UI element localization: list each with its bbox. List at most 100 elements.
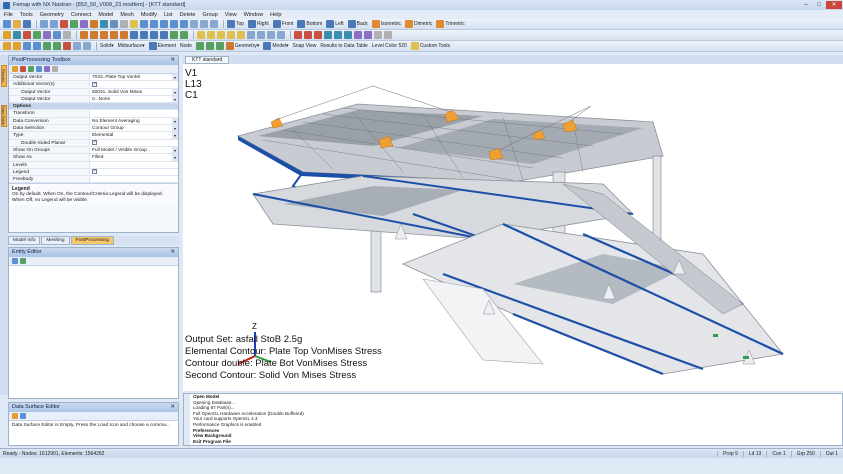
tab-model-info[interactable]: Model Info (8, 236, 41, 245)
model-button[interactable]: Model ▾ (263, 42, 289, 50)
property-row[interactable]: Output Vector 60031..Solid Von Mises ▾ (9, 88, 178, 96)
property-row[interactable]: Transform (9, 110, 178, 118)
contour-icon[interactable] (23, 31, 31, 39)
redo-icon[interactable] (50, 20, 58, 28)
hide-entities-icon[interactable] (257, 31, 265, 39)
property-row[interactable]: Double-Sided Planar (9, 139, 178, 147)
workplane-icon[interactable] (3, 42, 11, 50)
status-group[interactable]: Grp 250 (790, 450, 820, 457)
dropdown-arrow-icon[interactable]: ▾ (172, 125, 178, 132)
property-value[interactable]: Contour Group ▾ (89, 125, 178, 132)
close-icon[interactable]: ✕ (170, 403, 175, 412)
menu-model[interactable]: Model (98, 12, 113, 18)
view-top-button[interactable]: Top (227, 20, 244, 28)
contour-tool-icon[interactable] (20, 66, 26, 72)
property-value[interactable] (89, 168, 178, 176)
new-data-surface-icon[interactable] (20, 413, 26, 419)
property-row[interactable]: Levels (9, 161, 178, 169)
zoom-out-icon[interactable] (210, 20, 218, 28)
free-edge-icon[interactable] (314, 31, 322, 39)
analyze-icon[interactable] (110, 20, 118, 28)
menu-view[interactable]: View (225, 12, 237, 18)
deform-tool-icon[interactable] (12, 66, 18, 72)
zoom-in-icon[interactable] (200, 20, 208, 28)
dropdown-arrow-icon[interactable]: ▾ (172, 95, 178, 103)
solid-button[interactable]: Solid ▾ (100, 43, 114, 49)
status-output[interactable]: Out 1 (819, 450, 843, 457)
view-select-icon[interactable] (374, 31, 382, 39)
delete-icon[interactable] (60, 20, 68, 28)
picking-icon[interactable] (43, 42, 51, 50)
volume-icon[interactable] (110, 31, 118, 39)
entity-apply-icon[interactable] (20, 258, 26, 264)
solid-icon[interactable] (120, 31, 128, 39)
dropdown-arrow-icon[interactable]: ▾ (172, 88, 178, 95)
menu-modify[interactable]: Modify (141, 12, 157, 18)
property-row[interactable]: Options (9, 103, 178, 111)
status-constraint[interactable]: Con 1 (766, 450, 790, 457)
view-front-button[interactable]: Front (272, 20, 293, 28)
clipping-icon[interactable] (354, 31, 362, 39)
clear-select-icon[interactable] (63, 42, 71, 50)
status-prop[interactable]: Prop 9 (717, 450, 743, 457)
dropdown-arrow-icon[interactable]: ▾ (172, 146, 178, 154)
view-tab-ktt-standard[interactable]: KTT standard (185, 56, 230, 64)
menu-help[interactable]: Help (270, 12, 281, 18)
select-icon[interactable] (130, 20, 138, 28)
menu-window[interactable]: Window (244, 12, 264, 18)
property-row[interactable]: Output Vector 0...None ▾ (9, 95, 178, 104)
pick-icon[interactable] (197, 31, 205, 39)
load-data-surface-icon[interactable] (12, 413, 18, 419)
deform-icon[interactable] (13, 31, 21, 39)
section-cut-icon[interactable] (364, 31, 372, 39)
view-options-icon[interactable] (384, 31, 392, 39)
constraint-icon[interactable] (100, 20, 108, 28)
status-load[interactable]: Ld 13 (742, 450, 767, 457)
menu-file[interactable]: File (4, 12, 13, 18)
results-to-data-table-button[interactable]: Results to Data Table (320, 43, 367, 49)
menu-tools[interactable]: Tools (20, 12, 33, 18)
select-options-icon[interactable] (73, 42, 81, 50)
mesh-geometry-icon[interactable] (215, 42, 224, 50)
curve-icon[interactable] (90, 31, 98, 39)
close-icon[interactable]: ✕ (170, 56, 175, 65)
magnify-icon[interactable] (190, 20, 198, 28)
midsurface-button[interactable]: Midsurface ▾ (118, 43, 145, 49)
property-checkbox[interactable] (92, 169, 97, 175)
point-icon[interactable] (80, 31, 88, 39)
property-row[interactable]: Legend (9, 168, 178, 177)
select-mode-icon[interactable] (33, 42, 41, 50)
view-right-button[interactable]: Right (248, 20, 269, 28)
open-icon[interactable] (13, 20, 21, 28)
freehand-select-icon[interactable] (237, 31, 245, 39)
thickness-icon[interactable] (334, 31, 342, 39)
property-value[interactable]: Elemental ▾ (89, 132, 178, 139)
level-color-button[interactable]: Level Color 520 (372, 43, 407, 49)
list-icon[interactable] (120, 20, 128, 28)
rotate-icon[interactable] (140, 20, 148, 28)
surface-icon[interactable] (100, 31, 108, 39)
side-tab-results[interactable]: Results (1, 65, 7, 87)
polygon-select-icon[interactable] (227, 31, 235, 39)
dropdown-arrow-icon[interactable]: ▾ (172, 74, 178, 81)
property-row[interactable]: Freebody (9, 176, 178, 184)
menu-connect[interactable]: Connect (71, 12, 92, 18)
mesh-size-icon[interactable] (205, 42, 214, 50)
select-toolbar-icon[interactable] (83, 42, 91, 50)
property-value[interactable]: 0...None ▾ (89, 95, 178, 103)
property-checkbox[interactable] (92, 81, 97, 88)
show-entities-icon[interactable] (247, 31, 255, 39)
pan-icon[interactable] (150, 20, 158, 28)
dropdown-arrow-icon[interactable]: ▾ (172, 154, 178, 161)
entity-select-tool-icon[interactable] (12, 258, 18, 264)
menu-group[interactable]: Group (202, 12, 217, 18)
material-icon[interactable] (150, 31, 158, 39)
property-value[interactable] (89, 161, 178, 168)
property-row[interactable]: Show On Groups Full Model / Visible Group… (9, 146, 178, 155)
query-select-icon[interactable] (53, 42, 61, 50)
property-row[interactable]: Type Elemental ▾ (9, 132, 178, 140)
element-button[interactable]: Element (148, 42, 176, 50)
view-dimetric-button[interactable]: Dimetric (405, 20, 432, 28)
autoscale-icon[interactable] (170, 20, 178, 28)
freebody-icon[interactable] (43, 31, 51, 39)
